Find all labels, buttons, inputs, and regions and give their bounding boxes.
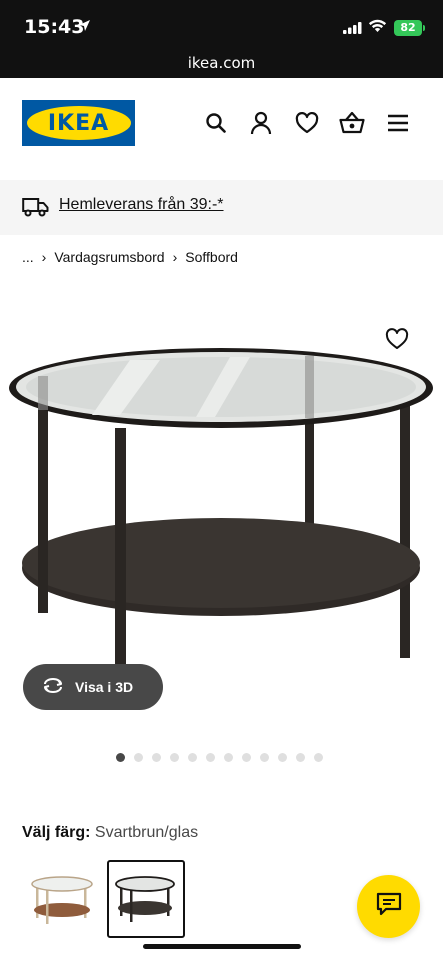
location-arrow-icon — [78, 19, 91, 37]
product-image[interactable] — [0, 290, 443, 710]
wifi-icon — [368, 19, 387, 38]
carousel-dot[interactable] — [206, 753, 215, 762]
ikea-logo[interactable]: IKEA — [22, 100, 135, 146]
image-carousel-dots — [116, 753, 323, 762]
truck-icon — [22, 197, 49, 222]
url-domain: ikea.com — [187, 54, 256, 72]
basket-icon[interactable] — [339, 110, 365, 136]
color-label: Välj färg: — [22, 824, 91, 841]
battery-indicator: 82 — [394, 20, 425, 36]
breadcrumb-item-soffbord[interactable]: Soffbord — [185, 249, 238, 265]
delivery-link[interactable]: Hemleverans från 39:-* — [59, 196, 224, 214]
chat-button[interactable] — [357, 875, 420, 938]
carousel-dot[interactable] — [242, 753, 251, 762]
color-selector-label: Välj färg: Svartbrun/glas — [22, 824, 198, 842]
logo-text: IKEA — [47, 110, 110, 136]
color-value: Svartbrun/glas — [94, 824, 199, 841]
status-time: 15:43 — [24, 16, 85, 38]
breadcrumb-ellipsis[interactable]: ... — [22, 249, 34, 265]
logo-oval: IKEA — [26, 106, 131, 140]
cellular-signal-icon — [343, 21, 363, 39]
chat-icon — [376, 892, 402, 921]
menu-icon[interactable] — [385, 110, 411, 136]
heart-icon[interactable] — [294, 110, 320, 136]
carousel-dot[interactable] — [260, 753, 269, 762]
carousel-dot[interactable] — [152, 753, 161, 762]
carousel-dot[interactable] — [134, 753, 143, 762]
chevron-right-icon: › — [41, 249, 47, 265]
color-swatch-blackbrown-glass[interactable] — [107, 860, 185, 938]
breadcrumb-item-vardagsrumsbord[interactable]: Vardagsrumsbord — [54, 249, 164, 265]
status-bar: 15:43 82 — [0, 0, 443, 50]
account-icon[interactable] — [248, 110, 274, 136]
carousel-dot[interactable] — [296, 753, 305, 762]
carousel-dot[interactable] — [116, 753, 125, 762]
color-swatch-walnut-glass[interactable] — [24, 860, 102, 938]
favorite-heart-icon[interactable] — [385, 328, 411, 354]
home-indicator[interactable] — [143, 944, 301, 949]
carousel-dot[interactable] — [224, 753, 233, 762]
carousel-dot[interactable] — [278, 753, 287, 762]
chevron-right-icon: › — [172, 249, 178, 265]
site-header: IKEA — [0, 78, 443, 180]
carousel-dot[interactable] — [170, 753, 179, 762]
breadcrumb: ... › Vardagsrumsbord › Soffbord — [22, 249, 238, 265]
view-in-3d-label: Visa i 3D — [75, 679, 134, 695]
search-icon[interactable] — [203, 110, 229, 136]
delivery-banner[interactable]: Hemleverans från 39:-* — [0, 180, 443, 235]
carousel-dot[interactable] — [188, 753, 197, 762]
view-in-3d-button[interactable]: Visa i 3D — [23, 664, 163, 710]
rotate-3d-icon — [41, 676, 65, 699]
carousel-dot[interactable] — [314, 753, 323, 762]
browser-url-bar[interactable]: ikea.com — [0, 50, 443, 78]
